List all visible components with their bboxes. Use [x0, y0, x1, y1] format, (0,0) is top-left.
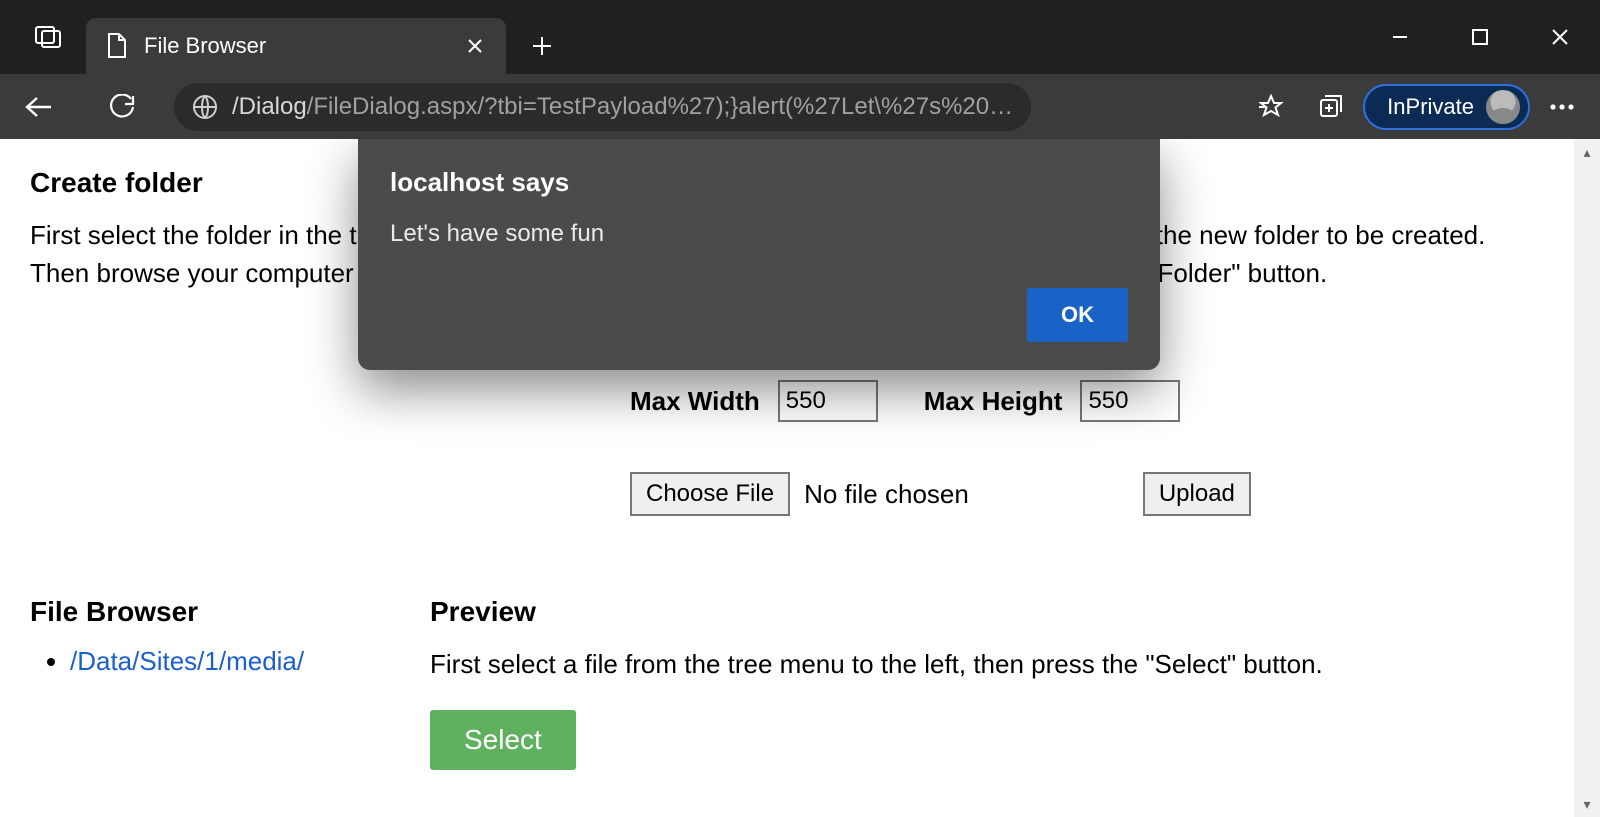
back-button[interactable] — [10, 79, 66, 135]
page-icon — [106, 33, 128, 59]
inprivate-label: InPrivate — [1387, 94, 1474, 120]
browser-chrome: File Browser — [0, 0, 1600, 139]
window-close-button[interactable] — [1520, 0, 1600, 74]
browser-toolbar: /Dialog/FileDialog.aspx/?tbi=TestPayload… — [0, 74, 1600, 139]
scroll-down-icon[interactable]: ▾ — [1574, 791, 1600, 817]
address-bar[interactable]: /Dialog/FileDialog.aspx/?tbi=TestPayload… — [174, 83, 1031, 131]
tab-title: File Browser — [144, 33, 448, 59]
profile-avatar-icon — [1486, 90, 1520, 124]
settings-and-more-button[interactable] — [1534, 79, 1590, 135]
alert-title: localhost says — [390, 167, 1128, 198]
site-info-icon[interactable] — [192, 94, 218, 120]
window-minimize-button[interactable] — [1360, 0, 1440, 74]
window-maximize-button[interactable] — [1440, 0, 1520, 74]
page-content: Create folder First select the folder in… — [0, 139, 1600, 817]
alert-backdrop: localhost says Let's have some fun OK — [0, 139, 1600, 817]
titlebar: File Browser — [0, 0, 1600, 74]
alert-message: Let's have some fun — [390, 220, 1128, 248]
collections-button[interactable] — [1303, 79, 1359, 135]
close-tab-icon[interactable] — [464, 35, 486, 57]
inprivate-indicator[interactable]: InPrivate — [1363, 84, 1530, 130]
favorites-button[interactable] — [1243, 79, 1299, 135]
js-alert-dialog: localhost says Let's have some fun OK — [358, 139, 1160, 370]
url-text: /Dialog/FileDialog.aspx/?tbi=TestPayload… — [232, 93, 1013, 121]
alert-ok-button[interactable]: OK — [1027, 288, 1128, 342]
tab-actions-button[interactable] — [18, 7, 78, 67]
new-tab-button[interactable] — [512, 18, 572, 74]
refresh-button[interactable] — [94, 79, 150, 135]
browser-tab[interactable]: File Browser — [86, 18, 506, 74]
vertical-scrollbar[interactable]: ▴ ▾ — [1574, 139, 1600, 817]
scroll-up-icon[interactable]: ▴ — [1574, 139, 1600, 165]
